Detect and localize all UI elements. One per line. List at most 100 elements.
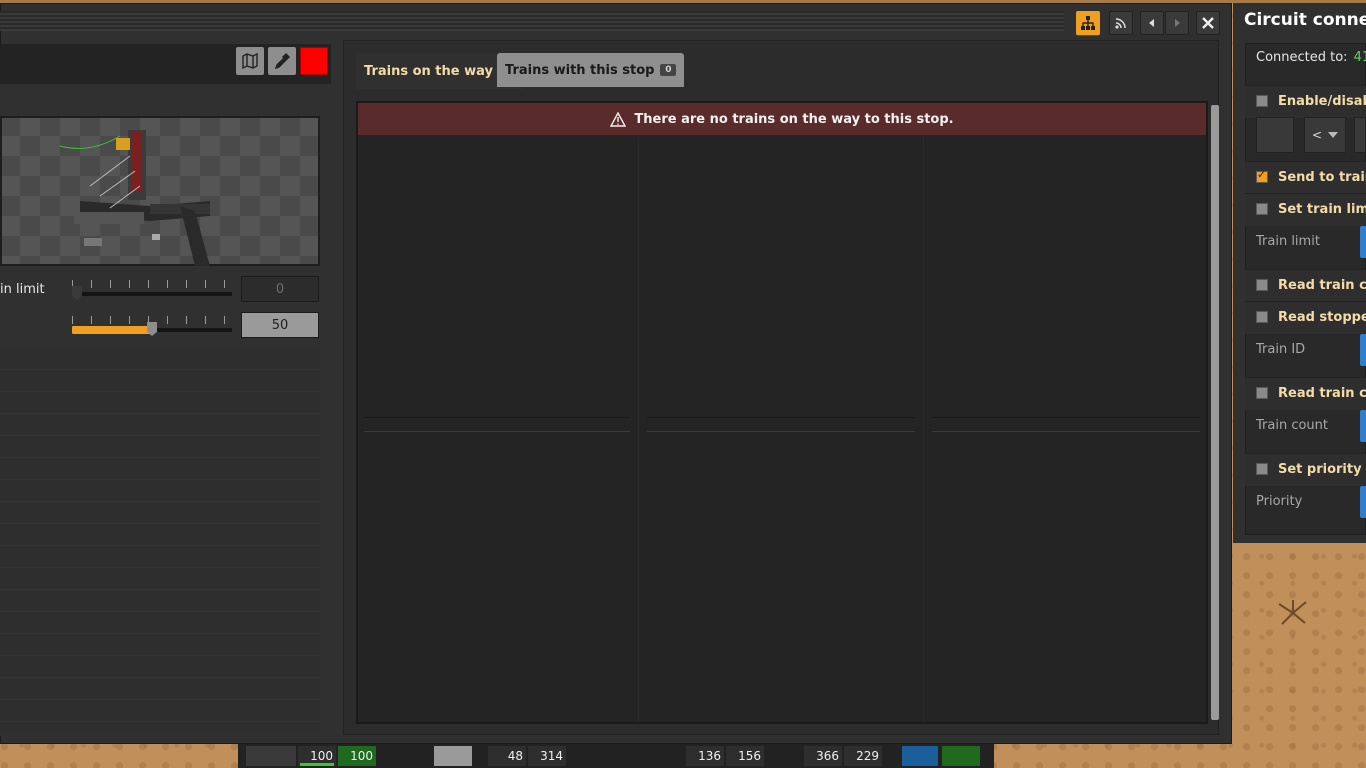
quickbar-slot[interactable]: 229 — [844, 746, 882, 766]
quickbar-slot-blueprint[interactable] — [902, 746, 938, 766]
triangle-left-icon — [1149, 19, 1154, 27]
slider-track — [72, 292, 232, 296]
circuit-network-button[interactable] — [1076, 11, 1100, 35]
trains-list: There are no trains on the way to this s… — [356, 101, 1219, 724]
tab-label: Trains on the way — [364, 63, 493, 79]
option-read-train-count[interactable]: Read train cou — [1245, 377, 1366, 410]
checkbox[interactable] — [1256, 463, 1268, 475]
option-set-priority[interactable]: Set priority — [1245, 453, 1366, 486]
slot-count: 136 — [698, 749, 721, 763]
signal-slot-train-limit[interactable] — [1360, 226, 1366, 258]
previous-button[interactable] — [1140, 11, 1164, 35]
checkbox-checked[interactable] — [1256, 168, 1268, 183]
second-value-box[interactable]: 50 — [241, 312, 319, 338]
left-panel: in limit 0 50 — [0, 44, 331, 736]
grid-divider — [647, 417, 915, 418]
checkbox[interactable] — [1256, 279, 1268, 291]
train-limit-slider[interactable] — [72, 278, 232, 302]
comparator-select[interactable]: < — [1304, 117, 1346, 153]
checkbox[interactable] — [1256, 203, 1268, 215]
warning-text: There are no trains on the way to this s… — [634, 111, 954, 127]
quickbar-slot[interactable]: 156 — [726, 746, 764, 766]
slot-count: 100 — [310, 749, 333, 763]
grid-divider — [364, 431, 630, 432]
quickbar-slot[interactable]: 366 — [804, 746, 842, 766]
slot-count: 100 — [350, 749, 373, 763]
option-enable-disable[interactable]: Enable/disable — [1245, 85, 1366, 118]
train-id-sublabel: Train ID — [1256, 342, 1306, 357]
eyedropper-icon — [274, 53, 290, 70]
panel-title: Circuit connecti — [1244, 10, 1366, 30]
slot-count: 48 — [507, 749, 523, 763]
quickbar-slot[interactable]: 100 — [338, 746, 376, 766]
option-read-train-contents[interactable]: Read train cont — [1245, 269, 1366, 302]
quickbar-slot[interactable]: 314 — [528, 746, 566, 766]
grid-divider — [932, 417, 1200, 418]
option-label: Set train limit — [1278, 202, 1366, 217]
signal-waves-icon — [1115, 18, 1126, 29]
train-count-sublabel: Train count — [1256, 418, 1329, 433]
train-limit-label: in limit — [0, 282, 45, 297]
warning-icon — [610, 111, 627, 127]
comparator-value: < — [1311, 128, 1323, 142]
next-button[interactable] — [1165, 11, 1189, 35]
quickbar-slot-character[interactable] — [246, 746, 296, 766]
option-label: Enable/disable — [1278, 94, 1366, 109]
slider-knob[interactable] — [72, 286, 82, 300]
circuit-options: Connected to: 412 Enable/disable < Send t… — [1245, 43, 1366, 535]
slot-count: 366 — [816, 749, 839, 763]
grid-divider — [638, 137, 639, 722]
tab-trains-with-this-stop[interactable]: Trains with this stop 0 — [497, 53, 685, 87]
train-limit-value-box[interactable]: 0 — [241, 276, 319, 302]
option-set-train-limit[interactable]: Set train limit — [1245, 193, 1366, 226]
health-bar — [300, 763, 334, 766]
chevron-down-icon — [1328, 132, 1339, 138]
train-limit-sublabel: Train limit — [1256, 234, 1320, 249]
signal-slot[interactable] — [1256, 117, 1294, 153]
left-list — [0, 348, 320, 733]
option-label: Set priority — [1278, 462, 1362, 477]
trains-panel: Trains on the way 0 Trains with this sto… — [343, 40, 1219, 735]
quickbar-slot[interactable] — [434, 746, 472, 766]
checkbox[interactable] — [1256, 311, 1268, 323]
connected-network-id: 412 — [1353, 50, 1366, 65]
drag-handle[interactable] — [0, 11, 1064, 31]
quickbar-slot[interactable]: 48 — [488, 746, 526, 766]
connected-label: Connected to: — [1256, 50, 1348, 65]
option-label: Read train cont — [1278, 278, 1366, 293]
constant-slot[interactable] — [1354, 117, 1366, 153]
triangle-right-icon — [1175, 19, 1180, 27]
close-button[interactable] — [1196, 11, 1220, 35]
slot-count: 229 — [856, 749, 879, 763]
checkbox[interactable] — [1256, 387, 1268, 399]
option-read-stopped-train[interactable]: Read stopped t — [1245, 301, 1366, 334]
quickbar-slot[interactable]: 136 — [686, 746, 724, 766]
map-icon — [242, 52, 258, 70]
slot-count: 314 — [540, 749, 563, 763]
logistics-network-button[interactable] — [1109, 11, 1133, 35]
tab-label: Trains with this stop — [505, 62, 655, 78]
signal-slot-train-id[interactable] — [1360, 334, 1366, 366]
train-stop-preview-image — [59, 130, 210, 266]
second-slider[interactable] — [72, 314, 232, 338]
option-label: Read train cou — [1278, 386, 1366, 401]
grid-divider — [932, 431, 1200, 432]
signal-slot-priority[interactable] — [1360, 486, 1366, 518]
circuit-connection-panel: Circuit connecti Connected to: 412 Enable… — [1233, 3, 1366, 543]
color-swatch[interactable] — [300, 47, 328, 75]
scrollbar[interactable] — [1211, 105, 1219, 720]
slider-fill — [72, 326, 152, 334]
copy-color-button[interactable] — [268, 47, 296, 75]
quickbar: 100 100 48 314 136 156 366 229 — [238, 744, 994, 768]
quickbar-slot-green[interactable] — [942, 746, 980, 766]
option-send-to-train[interactable]: Send to train — [1245, 161, 1366, 194]
window-titlebar[interactable] — [0, 3, 1232, 39]
checkbox[interactable] — [1256, 95, 1268, 107]
dry-bush-decoration — [1278, 600, 1307, 625]
signal-slot-train-count[interactable] — [1360, 410, 1366, 442]
network-icon — [1081, 16, 1095, 30]
grid-divider — [647, 431, 915, 432]
priority-sublabel: Priority — [1256, 494, 1303, 509]
grid-divider — [364, 417, 630, 418]
map-view-button[interactable] — [236, 47, 264, 75]
